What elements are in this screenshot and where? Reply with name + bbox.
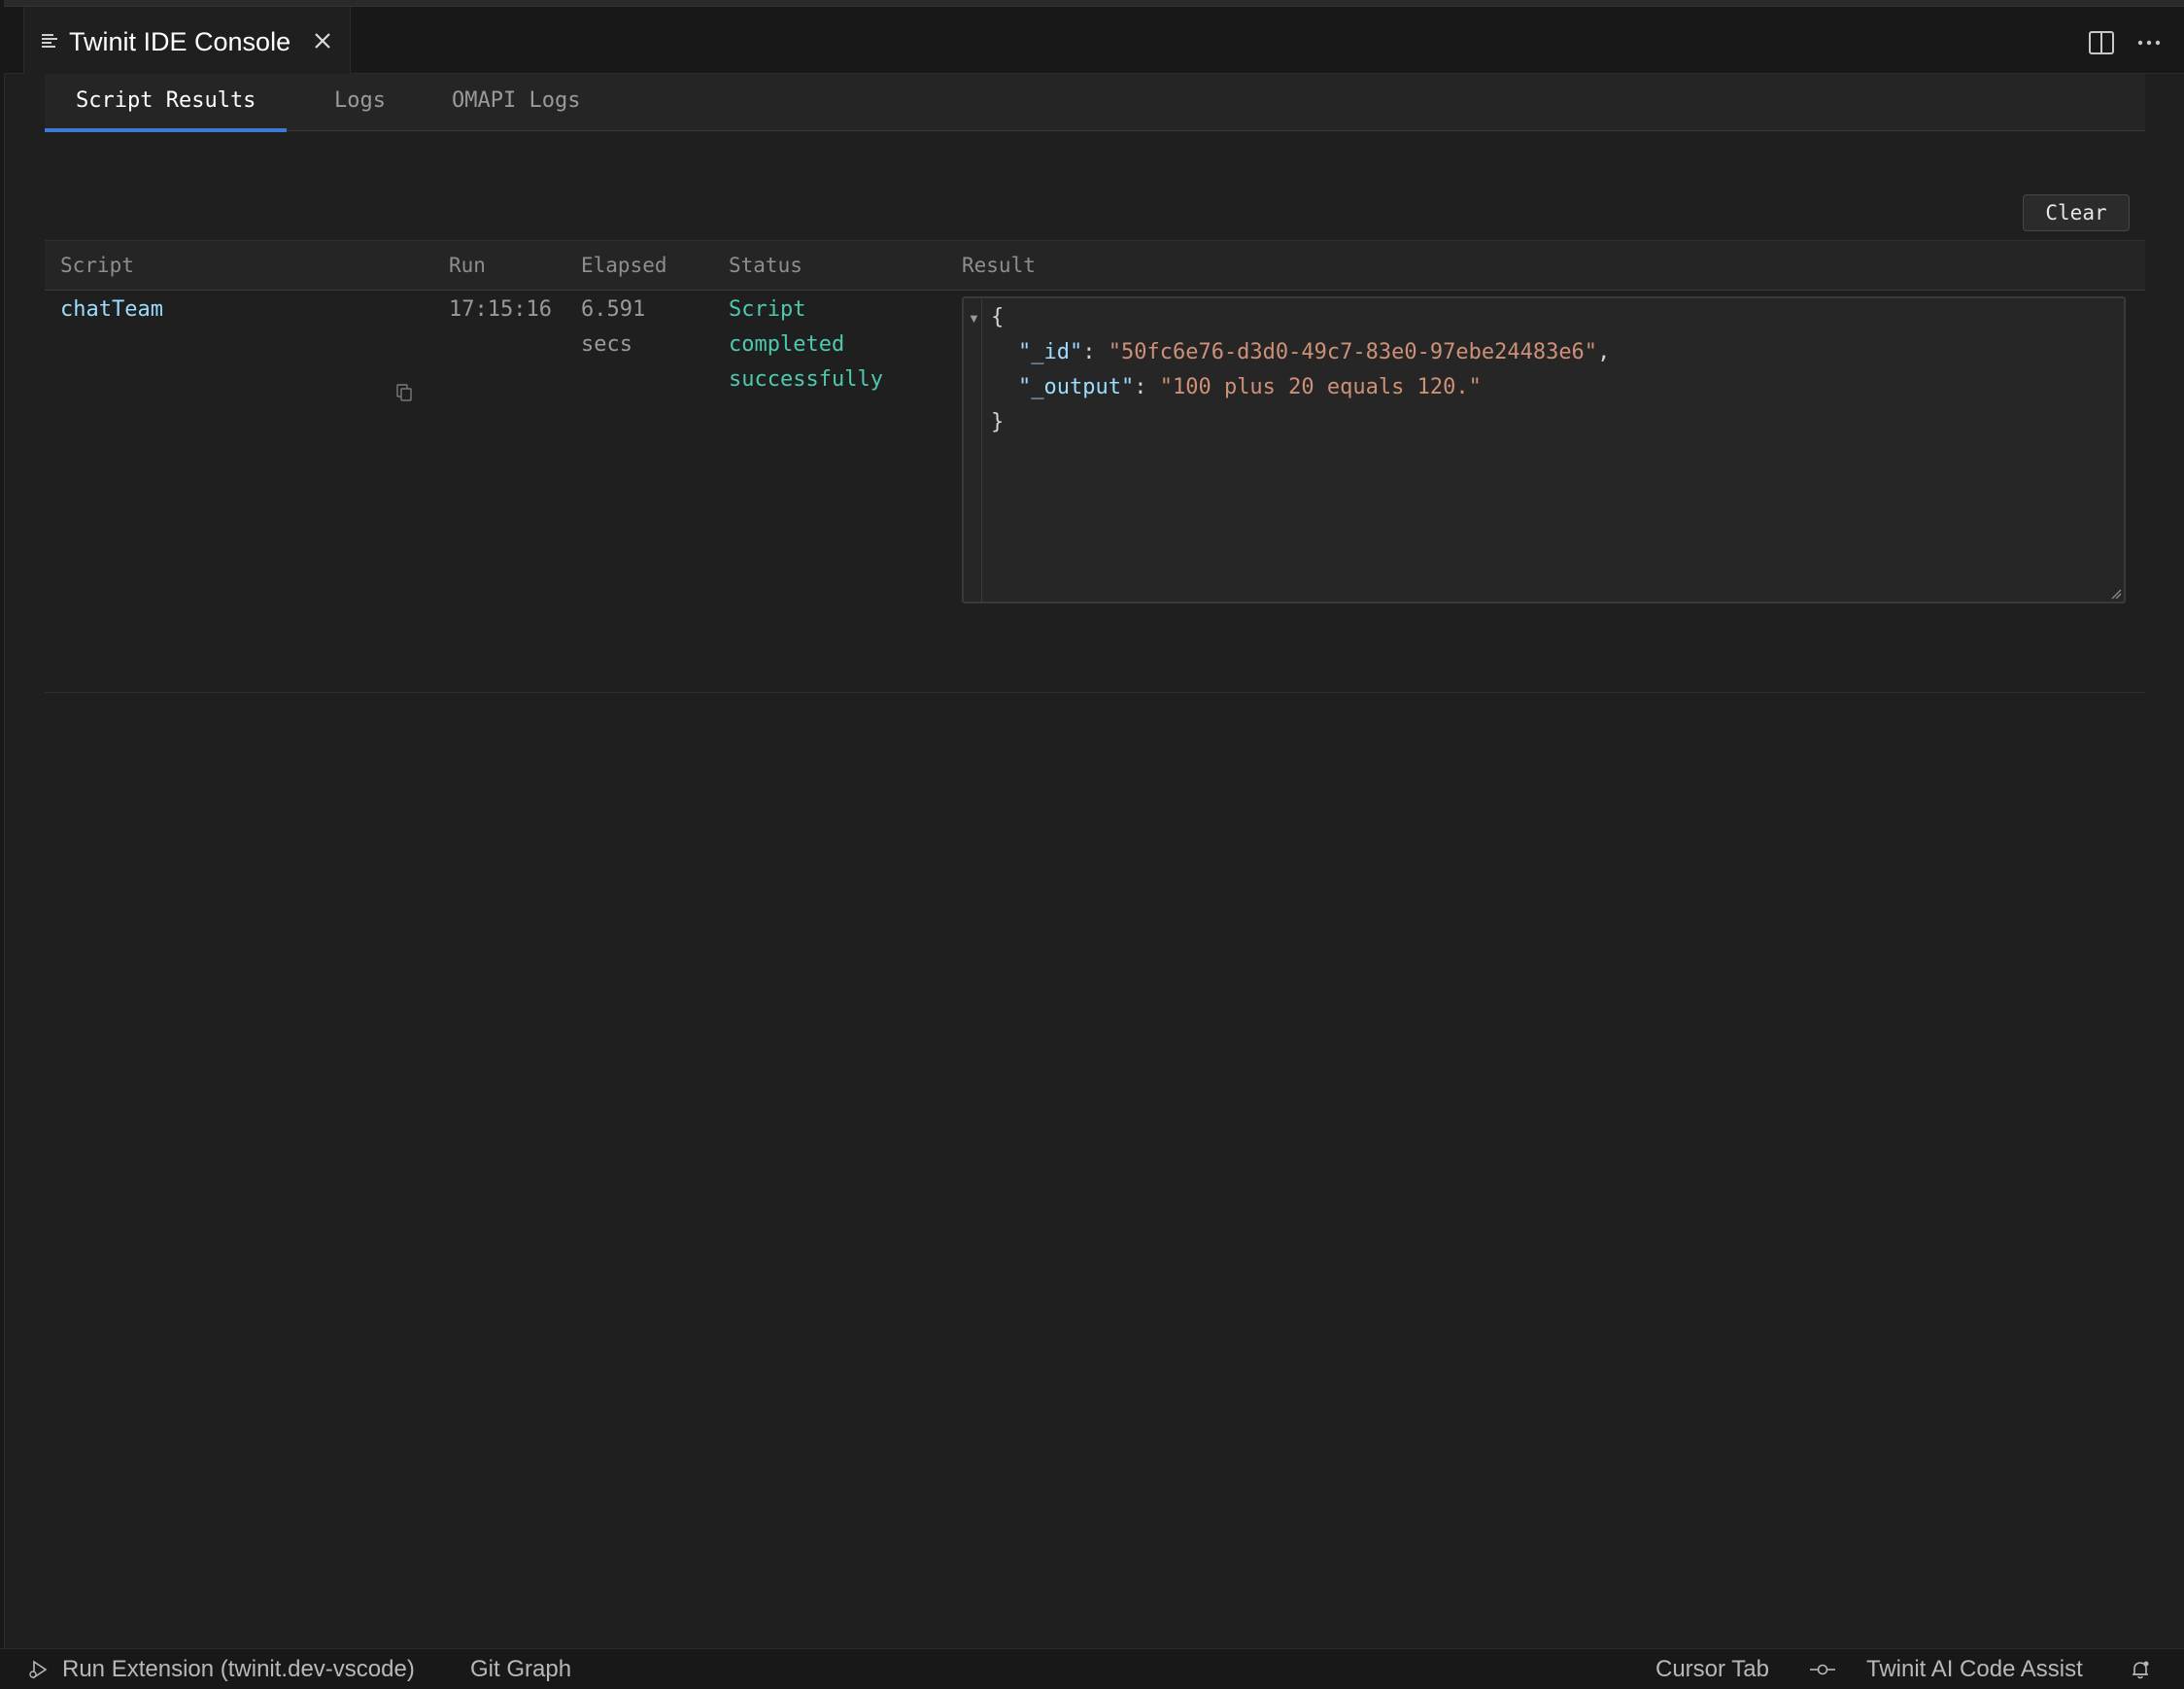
results-toolbar: Clear	[45, 131, 2145, 258]
tab-omapi-logs[interactable]: OMAPI Logs	[452, 74, 580, 128]
editor-tab-console[interactable]: Twinit IDE Console	[23, 7, 351, 74]
debug-run-icon[interactable]	[27, 1659, 49, 1680]
json-close-brace: }	[991, 410, 1005, 434]
ai-code-assist-item[interactable]: Twinit AI Code Assist	[1866, 1649, 2083, 1689]
more-actions-icon[interactable]	[2134, 28, 2164, 57]
close-icon[interactable]	[309, 27, 336, 54]
table-row: chatTeam 17:15:16 6.591 secs Script comp…	[45, 291, 2145, 693]
tab-logs[interactable]: Logs	[334, 74, 386, 128]
status-text: Script completed successfully	[729, 297, 883, 392]
fold-gutter: ▼	[964, 298, 982, 602]
column-header-status: Status	[729, 254, 802, 277]
run-extension-item[interactable]: Run Extension (twinit.dev-vscode)	[62, 1649, 415, 1689]
column-header-elapsed: Elapsed	[581, 254, 667, 277]
clear-button[interactable]: Clear	[2023, 194, 2130, 231]
json-line-output: "_output": "100 plus 20 equals 120."	[1018, 375, 1482, 399]
json-key-output: "_output"	[1018, 375, 1135, 399]
copy-icon[interactable]	[396, 384, 412, 401]
commit-icon	[1810, 1664, 1835, 1675]
git-graph-item[interactable]: Git Graph	[470, 1649, 571, 1689]
resize-handle-icon[interactable]	[2110, 588, 2122, 600]
console-panel: Script Results Logs OMAPI Logs Clear Scr…	[45, 74, 2145, 1648]
column-header-script: Script	[60, 254, 134, 277]
editor-tab-bar: Twinit IDE Console	[4, 7, 2184, 74]
bell-icon[interactable]	[2130, 1659, 2151, 1680]
elapsed-time: 6.591 secs	[581, 297, 646, 357]
table-header: Script Run Elapsed Status Result	[45, 241, 2145, 291]
fold-arrow-icon[interactable]: ▼	[968, 312, 980, 326]
json-key-id: "_id"	[1018, 340, 1083, 364]
console-tabs: Script Results Logs OMAPI Logs	[45, 74, 2145, 132]
script-name-link[interactable]: chatTeam	[60, 293, 163, 327]
json-open-brace: {	[991, 305, 1005, 329]
status-bar: Run Extension (twinit.dev-vscode) Git Gr…	[0, 1648, 2184, 1689]
json-value-output: "100 plus 20 equals 120."	[1159, 375, 1482, 399]
title-strip	[0, 0, 2184, 7]
split-editor-icon[interactable]	[2087, 28, 2116, 57]
editor-tab-title: Twinit IDE Console	[69, 27, 291, 56]
activity-edge	[0, 0, 5, 1689]
app-window: Twinit IDE Console Script Results Logs O…	[0, 0, 2184, 1689]
result-json-viewer[interactable]: ▼ { "_id": "50fc6e76-d3d0-49c7-83e0-97eb…	[962, 296, 2126, 603]
run-time: 17:15:16	[449, 297, 552, 322]
column-header-result: Result	[962, 254, 1036, 277]
json-value-id: "50fc6e76-d3d0-49c7-83e0-97ebe24483e6"	[1108, 340, 1598, 364]
tab-script-results[interactable]: Script Results	[45, 74, 288, 132]
column-header-run: Run	[449, 254, 486, 277]
cursor-tab-item[interactable]: Cursor Tab	[1655, 1649, 1769, 1689]
json-line-id: "_id": "50fc6e76-d3d0-49c7-83e0-97ebe244…	[1018, 340, 1611, 364]
list-icon	[42, 34, 57, 48]
